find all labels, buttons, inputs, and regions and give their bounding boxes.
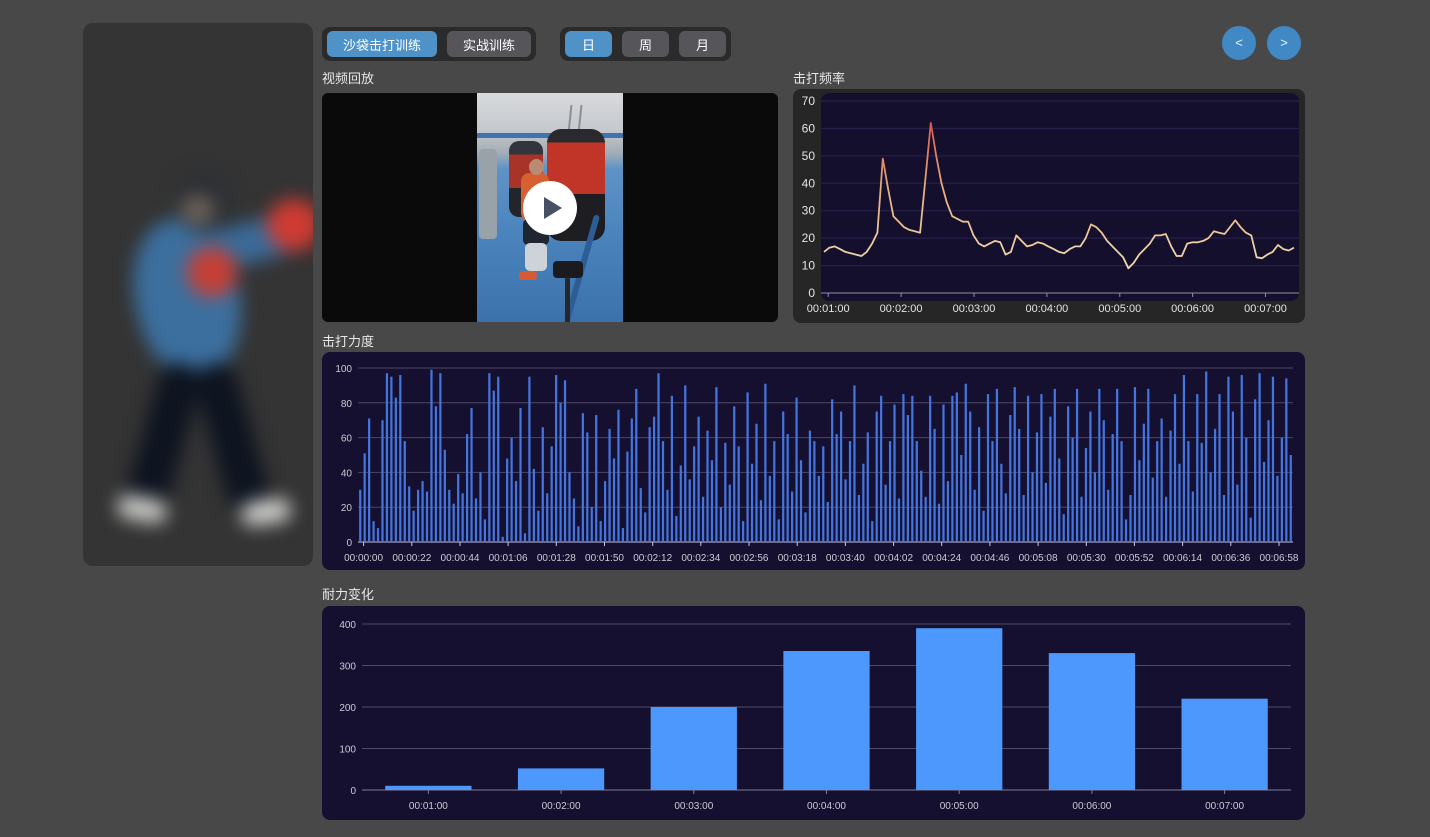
dashboard-page: 沙袋击打训练 实战训练 日 周 月 < > 视频回放 — [0, 0, 1430, 837]
svg-text:00:04:24: 00:04:24 — [922, 553, 961, 564]
svg-text:00:00:00: 00:00:00 — [344, 553, 383, 564]
svg-text:80: 80 — [341, 399, 353, 410]
tab-sparring-training[interactable]: 实战训练 — [447, 31, 531, 57]
endurance-card: 0 100 200 300 400 00:01:00 00:02:00 00:03:00 00:… — [322, 606, 1305, 820]
svg-text:00:06:00: 00:06:00 — [1072, 801, 1111, 812]
svg-text:00:07:00: 00:07:00 — [1205, 801, 1244, 812]
svg-text:20: 20 — [341, 503, 353, 514]
svg-text:40: 40 — [802, 176, 816, 190]
boxer-rear-glove — [187, 247, 237, 297]
svg-text:0: 0 — [346, 538, 352, 549]
svg-text:0: 0 — [808, 286, 815, 300]
camera-device — [553, 261, 583, 278]
previous-button[interactable]: < — [1222, 26, 1256, 60]
play-icon — [544, 197, 562, 219]
svg-text:70: 70 — [802, 94, 816, 108]
boxer-face — [181, 195, 215, 225]
svg-text:00:05:30: 00:05:30 — [1067, 553, 1106, 564]
video-thumbnail — [477, 93, 623, 322]
hit-force-title: 击打力度 — [322, 331, 374, 350]
video-player[interactable] — [322, 93, 778, 322]
hit-force-card: 0 20 40 60 80 100 00:00:00 00:00:22 00:00:44 00:0… — [322, 352, 1305, 570]
tab-week[interactable]: 周 — [622, 31, 669, 57]
svg-text:00:03:00: 00:03:00 — [674, 801, 713, 812]
training-mode-group: 沙袋击打训练 实战训练 — [322, 27, 536, 61]
svg-text:400: 400 — [339, 620, 356, 631]
svg-text:00:03:40: 00:03:40 — [826, 553, 865, 564]
boxer-preview-image — [83, 23, 313, 566]
svg-text:00:05:00: 00:05:00 — [940, 801, 979, 812]
svg-text:00:02:00: 00:02:00 — [542, 801, 581, 812]
tab-day[interactable]: 日 — [565, 31, 612, 57]
tab-month[interactable]: 月 — [679, 31, 726, 57]
hit-force-chart: 0 20 40 60 80 100 00:00:00 00:00:22 00:00:44 00:0… — [322, 352, 1305, 570]
athlete-legs — [525, 243, 547, 271]
svg-text:0: 0 — [350, 786, 356, 797]
video-section-title: 视频回放 — [322, 68, 374, 87]
boxer-figure — [83, 23, 313, 566]
svg-text:00:06:14: 00:06:14 — [1163, 553, 1202, 564]
hit-frequency-title: 击打频率 — [793, 68, 845, 87]
gym-pillar — [479, 149, 497, 239]
svg-text:100: 100 — [339, 745, 356, 756]
svg-text:10: 10 — [802, 259, 816, 273]
hit-frequency-card: 0 10 20 30 40 50 60 70 00:01:00 00:02:00 00:03:00 0… — [793, 89, 1305, 323]
svg-text:00:00:22: 00:00:22 — [392, 553, 431, 564]
tripod-pole — [565, 277, 570, 322]
svg-text:00:04:00: 00:04:00 — [1025, 303, 1068, 315]
svg-text:00:00:44: 00:00:44 — [441, 553, 480, 564]
svg-text:60: 60 — [341, 434, 353, 445]
svg-text:00:02:00: 00:02:00 — [880, 303, 923, 315]
svg-text:40: 40 — [341, 468, 353, 479]
tab-sandbag-training[interactable]: 沙袋击打训练 — [327, 31, 437, 57]
svg-text:00:07:00: 00:07:00 — [1244, 303, 1287, 315]
svg-text:00:06:00: 00:06:00 — [1171, 303, 1214, 315]
svg-text:50: 50 — [802, 149, 816, 163]
endurance-title: 耐力变化 — [322, 584, 374, 603]
svg-text:00:04:46: 00:04:46 — [970, 553, 1009, 564]
svg-text:00:01:00: 00:01:00 — [807, 303, 850, 315]
svg-text:300: 300 — [339, 662, 356, 673]
svg-text:00:04:00: 00:04:00 — [807, 801, 846, 812]
play-button[interactable] — [523, 181, 577, 235]
svg-text:00:06:36: 00:06:36 — [1211, 553, 1250, 564]
svg-text:00:01:50: 00:01:50 — [585, 553, 624, 564]
next-button[interactable]: > — [1267, 26, 1301, 60]
svg-text:30: 30 — [802, 204, 816, 218]
svg-text:00:02:12: 00:02:12 — [633, 553, 672, 564]
svg-text:00:05:08: 00:05:08 — [1019, 553, 1058, 564]
hit-frequency-chart: 0 10 20 30 40 50 60 70 00:01:00 00:02:00 00:03:00 0… — [793, 89, 1305, 323]
boxer-left-leg — [123, 358, 205, 516]
svg-text:00:01:28: 00:01:28 — [537, 553, 576, 564]
svg-text:00:01:00: 00:01:00 — [409, 801, 448, 812]
svg-text:00:05:00: 00:05:00 — [1098, 303, 1141, 315]
athlete-head — [529, 159, 544, 175]
endurance-chart: 0 100 200 300 400 00:01:00 00:02:00 00:03:00 00:… — [322, 606, 1305, 820]
svg-text:20: 20 — [802, 231, 816, 245]
svg-text:00:01:06: 00:01:06 — [489, 553, 528, 564]
boxer-right-leg — [191, 358, 273, 516]
svg-text:60: 60 — [802, 121, 816, 135]
svg-text:00:02:56: 00:02:56 — [730, 553, 769, 564]
svg-text:00:03:18: 00:03:18 — [778, 553, 817, 564]
svg-text:200: 200 — [339, 703, 356, 714]
svg-text:00:02:34: 00:02:34 — [681, 553, 720, 564]
athlete-shoe — [519, 271, 537, 280]
svg-text:100: 100 — [335, 364, 352, 375]
svg-text:00:05:52: 00:05:52 — [1115, 553, 1154, 564]
svg-text:00:03:00: 00:03:00 — [953, 303, 996, 315]
svg-text:00:04:02: 00:04:02 — [874, 553, 913, 564]
boxer-front-glove — [267, 199, 313, 251]
period-group: 日 周 月 — [560, 27, 731, 61]
svg-text:00:06:58: 00:06:58 — [1260, 553, 1299, 564]
